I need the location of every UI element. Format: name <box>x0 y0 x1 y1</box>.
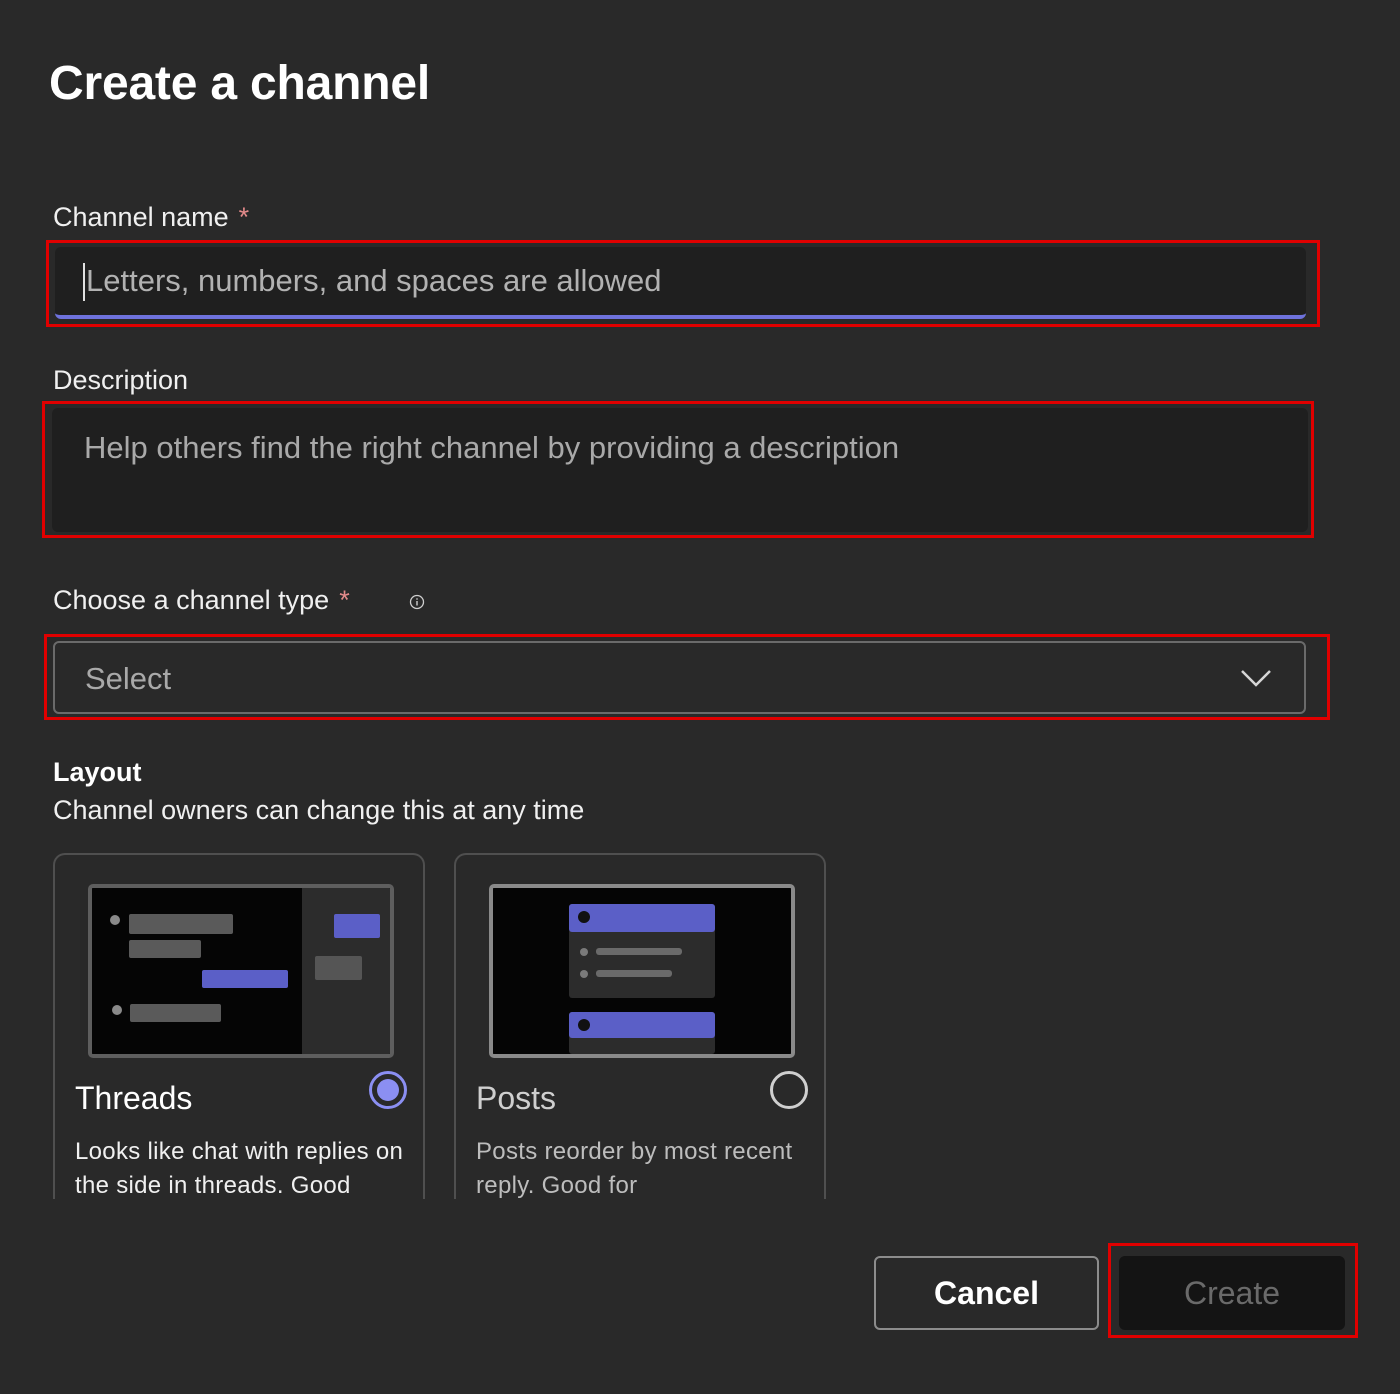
channel-type-select[interactable]: Select <box>53 641 1306 714</box>
description-input[interactable]: Help others find the right channel by pr… <box>52 408 1308 532</box>
posts-title: Posts <box>476 1080 557 1116</box>
layout-option-threads[interactable]: Threads Looks like chat with replies on … <box>53 853 425 1199</box>
threads-description: Looks like chat with replies on the side… <box>75 1138 404 1199</box>
channel-name-label: Channel name * <box>53 202 249 233</box>
layout-option-posts[interactable]: Posts Posts reorder by most recent reply… <box>454 853 826 1199</box>
required-mark: * <box>339 585 350 615</box>
dialog-title: Create a channel <box>49 57 430 110</box>
description-placeholder: Help others find the right channel by pr… <box>84 430 900 465</box>
channel-name-input[interactable]: Letters, numbers, and spaces are allowed <box>55 247 1306 319</box>
channel-name-label-text: Channel name <box>53 202 229 232</box>
create-channel-dialog: Create a channel Channel name * Letters, … <box>0 0 1400 1394</box>
channel-type-selected: Select <box>85 661 172 696</box>
cancel-button[interactable]: Cancel <box>874 1256 1099 1330</box>
threads-title: Threads <box>75 1080 193 1116</box>
posts-preview-illustration <box>489 884 795 1058</box>
threads-preview-illustration <box>88 884 394 1058</box>
layout-title: Layout <box>53 757 142 787</box>
info-icon[interactable] <box>409 594 425 610</box>
channel-type-label: Choose a channel type * <box>53 585 350 616</box>
create-button[interactable]: Create <box>1119 1256 1345 1330</box>
posts-description: Posts reorder by most recent reply. Good… <box>476 1138 793 1199</box>
threads-radio[interactable] <box>369 1071 407 1109</box>
channel-type-label-text: Choose a channel type <box>53 585 330 615</box>
chevron-down-icon <box>1241 670 1271 687</box>
channel-name-placeholder: Letters, numbers, and spaces are allowed <box>86 263 662 298</box>
posts-radio[interactable] <box>770 1071 808 1109</box>
layout-subtitle: Channel owners can change this at any ti… <box>53 795 585 825</box>
description-label: Description <box>53 365 189 395</box>
required-mark: * <box>238 202 250 232</box>
